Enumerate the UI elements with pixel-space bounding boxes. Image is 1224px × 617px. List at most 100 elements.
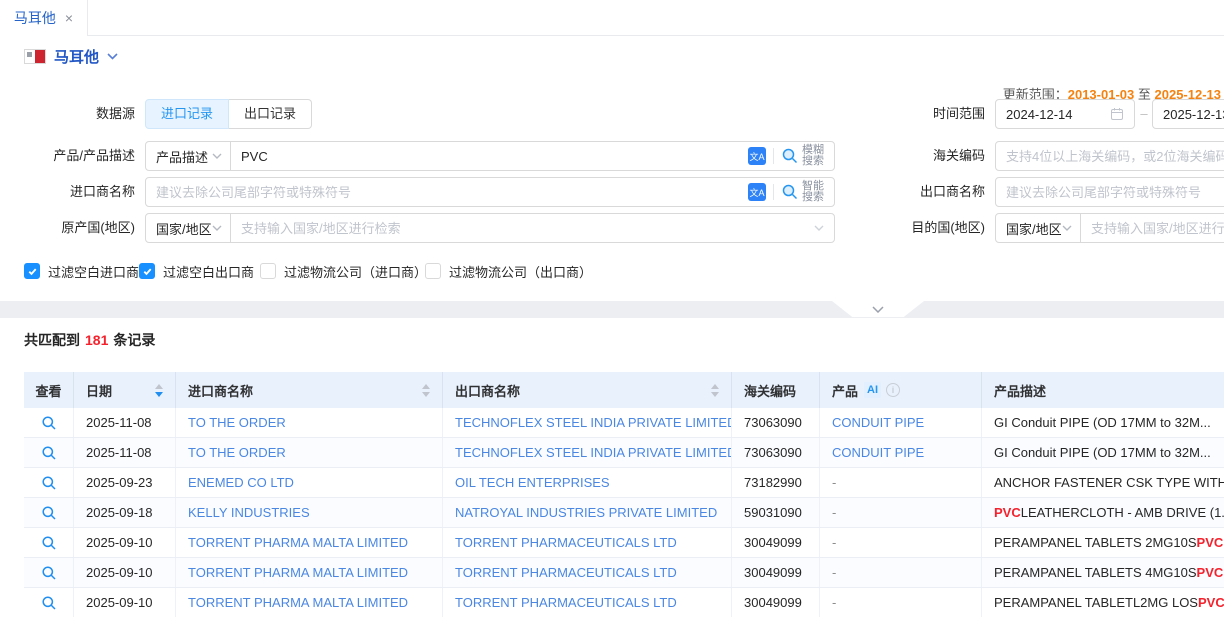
import-records-button[interactable]: 进口记录 <box>145 99 229 129</box>
destination-type-select[interactable]: 国家/地区 <box>995 213 1081 243</box>
smart-search-button[interactable]: 智能搜索 <box>781 181 824 203</box>
view-record-button[interactable] <box>24 588 73 617</box>
date-start-value[interactable] <box>1006 107 1110 122</box>
importer-link[interactable]: TO THE ORDER <box>188 415 286 430</box>
filter-checkbox-2[interactable]: 过滤空白出口商 <box>139 262 254 280</box>
importer-input[interactable]: 文A 智能搜索 <box>145 177 835 207</box>
search-icon <box>41 595 57 611</box>
origin-value[interactable] <box>241 221 814 236</box>
search-icon <box>41 445 57 461</box>
checkbox-checked-icon[interactable] <box>139 263 155 279</box>
date-cell: 2025-11-08 <box>74 438 176 467</box>
view-record-button[interactable] <box>24 438 73 467</box>
info-icon[interactable]: i <box>886 383 900 397</box>
table-row: 2025-09-18KELLY INDUSTRIESNATROYAL INDUS… <box>24 498 1224 528</box>
sort-icon[interactable] <box>701 384 719 397</box>
translate-icon[interactable]: 文A <box>748 183 766 201</box>
results-summary: 共匹配到181条记录 <box>24 330 155 350</box>
checkbox-label: 过滤物流公司（出口商） <box>449 262 592 281</box>
exporter-link[interactable]: TORRENT PHARMACEUTICALS LTD <box>455 535 677 550</box>
date-range-separator: – <box>1138 99 1150 129</box>
description-cell: ANCHOR FASTENER CSK TYPE WITH ... <box>982 468 1224 497</box>
exporter-link[interactable]: TECHNOFLEX STEEL INDIA PRIVATE LIMITED <box>455 415 732 430</box>
exporter-value[interactable] <box>1006 185 1224 200</box>
calendar-icon <box>1110 107 1124 121</box>
destination-value[interactable] <box>1091 221 1224 236</box>
view-record-button[interactable] <box>24 558 73 587</box>
close-icon[interactable]: × <box>65 11 73 25</box>
filter-checkbox-3[interactable]: 过滤物流公司（进口商） <box>260 262 427 280</box>
description-highlight: PVC <box>1198 595 1224 610</box>
exporter-input[interactable] <box>995 177 1224 207</box>
product-search-input[interactable]: 文A 模糊搜索 <box>230 141 835 171</box>
product-field-select[interactable]: 产品描述 <box>145 141 231 171</box>
hs-code-input[interactable] <box>995 141 1224 171</box>
summary-prefix: 共匹配到 <box>24 332 80 348</box>
tab-malta[interactable]: 马耳他 × <box>0 0 88 36</box>
export-records-button[interactable]: 出口记录 <box>229 99 312 129</box>
exporter-link[interactable]: TECHNOFLEX STEEL INDIA PRIVATE LIMITED <box>455 445 732 460</box>
importer-link[interactable]: KELLY INDUSTRIES <box>188 505 310 520</box>
destination-input[interactable] <box>1080 213 1224 243</box>
view-cell <box>24 408 74 437</box>
hs-code-label: 海关编码 <box>850 141 985 171</box>
table-row: 2025-09-10TORRENT PHARMA MALTA LIMITEDTO… <box>24 528 1224 558</box>
date-end-value[interactable] <box>1163 107 1224 122</box>
exporter-cell: TECHNOFLEX STEEL INDIA PRIVATE LIMITED <box>443 438 732 467</box>
date-start-input[interactable] <box>995 99 1135 129</box>
filter-checkbox-4[interactable]: 过滤物流公司（出口商） <box>425 262 592 280</box>
importer-link[interactable]: TORRENT PHARMA MALTA LIMITED <box>188 565 408 580</box>
view-cell <box>24 438 74 467</box>
search-icon <box>781 147 799 165</box>
product-cell: - <box>820 498 982 527</box>
col-importer[interactable]: 进口商名称 <box>176 372 443 408</box>
importer-cell: TORRENT PHARMA MALTA LIMITED <box>176 528 443 557</box>
filter-checkbox-1[interactable]: 过滤空白进口商 <box>24 262 139 280</box>
table-row: 2025-09-23ENEMED CO LTDOIL TECH ENTERPRI… <box>24 468 1224 498</box>
table-row: 2025-11-08TO THE ORDERTECHNOFLEX STEEL I… <box>24 408 1224 438</box>
date-end-input[interactable] <box>1152 99 1224 129</box>
hs-code-cell: 30049099 <box>732 558 820 587</box>
chevron-down-icon <box>814 225 824 231</box>
description-text: LEATHERCLOTH - AMB DRIVE (1... <box>1021 505 1224 520</box>
description-cell: PERAMPANEL TABLETS 2MG10S PVC... <box>982 528 1224 557</box>
country-selector[interactable]: 马耳他 <box>24 46 118 67</box>
table-header: 查看 日期 进口商名称 出口商名称 海关编码 产品 AI i 产品描述 <box>24 372 1224 408</box>
product-search-value[interactable] <box>241 149 748 164</box>
importer-value[interactable] <box>156 185 748 200</box>
smart-search-label: 智能搜索 <box>802 181 824 203</box>
description-text: ANCHOR FASTENER CSK TYPE WITH ... <box>994 475 1224 490</box>
view-record-button[interactable] <box>24 468 73 497</box>
importer-cell: ENEMED CO LTD <box>176 468 443 497</box>
checkbox-unchecked-icon[interactable] <box>260 263 276 279</box>
col-date[interactable]: 日期 <box>74 372 176 408</box>
importer-link[interactable]: TO THE ORDER <box>188 445 286 460</box>
origin-type-select[interactable]: 国家/地区 <box>145 213 231 243</box>
empty-value: - <box>832 475 836 490</box>
exporter-link[interactable]: NATROYAL INDUSTRIES PRIVATE LIMITED <box>455 505 717 520</box>
exporter-link[interactable]: TORRENT PHARMACEUTICALS LTD <box>455 565 677 580</box>
view-record-button[interactable] <box>24 408 73 437</box>
col-exporter[interactable]: 出口商名称 <box>443 372 732 408</box>
product-link[interactable]: CONDUIT PIPE <box>832 415 924 430</box>
sort-icon[interactable] <box>412 384 430 397</box>
checkbox-unchecked-icon[interactable] <box>425 263 441 279</box>
fuzzy-search-button[interactable]: 模糊搜索 <box>781 145 824 167</box>
importer-link[interactable]: ENEMED CO LTD <box>188 475 294 490</box>
exporter-link[interactable]: OIL TECH ENTERPRISES <box>455 475 610 490</box>
search-icon <box>41 565 57 581</box>
view-record-button[interactable] <box>24 528 73 557</box>
checkbox-checked-icon[interactable] <box>24 263 40 279</box>
description-text: PERAMPANEL TABLETL2MG LOS <box>994 595 1198 610</box>
origin-input[interactable] <box>230 213 835 243</box>
hs-code-value[interactable] <box>1006 149 1224 164</box>
exporter-link[interactable]: TORRENT PHARMACEUTICALS LTD <box>455 595 677 610</box>
fuzzy-search-label: 模糊搜索 <box>802 145 824 167</box>
product-link[interactable]: CONDUIT PIPE <box>832 445 924 460</box>
translate-icon[interactable]: 文A <box>748 147 766 165</box>
importer-link[interactable]: TORRENT PHARMA MALTA LIMITED <box>188 595 408 610</box>
importer-cell: TO THE ORDER <box>176 438 443 467</box>
view-record-button[interactable] <box>24 498 73 527</box>
sort-icon[interactable] <box>145 384 163 397</box>
importer-link[interactable]: TORRENT PHARMA MALTA LIMITED <box>188 535 408 550</box>
